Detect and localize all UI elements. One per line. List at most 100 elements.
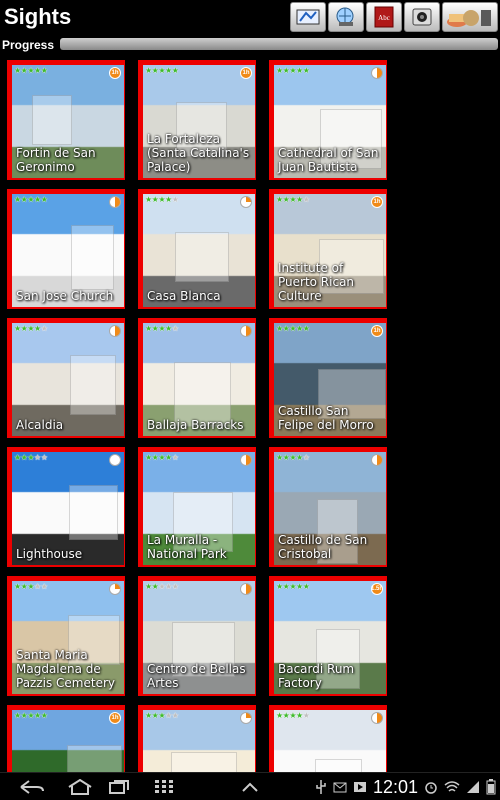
expand-button[interactable] [238, 777, 262, 797]
star-icon: ★ [14, 582, 21, 591]
star-icon: ★ [40, 711, 48, 720]
sight-tile[interactable]: ★★★★★ 1h Institute of Puerto Rican Culture [269, 189, 387, 309]
progress-bar [60, 38, 498, 50]
food-button[interactable] [442, 2, 498, 32]
sight-tile[interactable]: ★★★★★ [269, 705, 387, 772]
sight-tile[interactable]: ★★★★★ 1h La Fortaleza (Santa Catalina's Pa… [138, 60, 256, 180]
wifi-icon [444, 781, 460, 792]
star-icon: ★ [40, 66, 48, 75]
sight-tile[interactable]: ★★★★★ Centro de Bellas Artes [138, 576, 256, 696]
star-icon: ★ [171, 453, 179, 462]
sight-name: San Jose Church [16, 289, 114, 303]
sight-photo: ★★★★★ [274, 710, 386, 772]
sight-photo-shape [175, 232, 229, 282]
visit-time-pie-icon [240, 196, 252, 208]
sight-tile[interactable]: ★★★★★ [138, 705, 256, 772]
toolbar: Abc [290, 2, 498, 32]
sight-photo-shape [67, 745, 122, 772]
star-icon: ★ [34, 195, 41, 204]
visit-time-pie-icon [240, 583, 252, 595]
sight-tile[interactable]: ★★★★★ Cathedral of San Juan Bautista [269, 60, 387, 180]
star-icon: ★ [296, 582, 303, 591]
recent-apps-button[interactable] [104, 777, 136, 797]
visit-time-pie-icon [371, 67, 383, 79]
star-rating: ★★★★★ [14, 66, 48, 75]
status-area: 12:01 [315, 777, 496, 797]
sight-name: Cathedral of San Juan Bautista [278, 146, 379, 174]
sight-tile[interactable]: ★★★★★ Lighthouse [7, 447, 125, 567]
star-icon: ★ [165, 195, 172, 204]
star-icon: ★ [171, 582, 179, 591]
star-rating: ★★★★★ [145, 582, 179, 591]
back-icon [20, 780, 44, 794]
system-nav-bar: 12:01 [0, 772, 500, 800]
phrasebook-button[interactable]: Abc [366, 2, 402, 32]
sight-photo: ★★★★★ Santa Maria Magdalena de Pazzis Cem… [12, 581, 124, 694]
star-icon: ★ [165, 324, 172, 333]
search-places-button[interactable] [328, 2, 364, 32]
star-icon: ★ [145, 195, 152, 204]
battery-icon [486, 779, 496, 795]
sight-name: Santa Maria Magdalena de Pazzis Cemetery [16, 648, 116, 690]
star-icon: ★ [296, 195, 303, 204]
star-icon: ★ [27, 324, 35, 333]
star-icon: ★ [145, 324, 152, 333]
visit-duration-badge: 1h [109, 712, 121, 724]
star-rating: ★★★★★ [145, 324, 179, 333]
star-icon: ★ [302, 66, 310, 75]
sight-tile[interactable]: ★★★★★ 1h Fortin de San Geronimo [7, 60, 125, 180]
map-icon [296, 9, 320, 25]
sight-tile[interactable]: ★★★★★ Ballaja Barracks [138, 318, 256, 438]
sight-tile[interactable]: ★★★★★ Santa Maria Magdalena de Pazzis Cem… [7, 576, 125, 696]
sight-tile[interactable]: ★★★★★ Alcaldia [7, 318, 125, 438]
sight-photo: ★★★★★ 1h Institute of Puerto Rican Culture [274, 194, 386, 307]
star-icon: ★ [165, 711, 172, 720]
star-icon: ★ [145, 66, 152, 75]
menu-button[interactable] [152, 777, 176, 797]
sight-photo: ★★★★★ 1.5h Bacardi Rum Factory [274, 581, 386, 694]
sight-tile[interactable]: ★★★★★ San Jose Church [7, 189, 125, 309]
star-icon: ★ [27, 66, 35, 75]
chevron-up-icon [242, 782, 258, 792]
star-icon: ★ [289, 711, 297, 720]
sight-tile[interactable]: ★★★★★ Castillo de San Cristobal [269, 447, 387, 567]
sight-tile[interactable]: ★★★★★ 1.5h Bacardi Rum Factory [269, 576, 387, 696]
sight-photo: ★★★★★ Cathedral of San Juan Bautista [274, 65, 386, 178]
star-icon: ★ [158, 711, 166, 720]
sight-tile[interactable]: ★★★★★ Casa Blanca [138, 189, 256, 309]
home-button[interactable] [62, 777, 98, 797]
star-rating: ★★★★★ [14, 195, 48, 204]
star-icon: ★ [296, 66, 303, 75]
sight-name: Institute of Puerto Rican Culture [278, 261, 355, 303]
star-icon: ★ [302, 324, 310, 333]
visit-duration-badge: 1.5h [371, 583, 383, 595]
progress-row: Progress [0, 36, 500, 54]
visit-time-pie-icon [109, 583, 121, 595]
star-icon: ★ [276, 324, 283, 333]
visit-time-pie-icon [240, 325, 252, 337]
sight-photo: ★★★★★ Centro de Bellas Artes [143, 581, 255, 694]
visit-time-pie-icon [371, 454, 383, 466]
star-icon: ★ [165, 582, 172, 591]
star-icon: ★ [40, 582, 48, 591]
sight-photo: ★★★★★ 1h Fortin de San Geronimo [12, 65, 124, 178]
star-icon: ★ [302, 711, 310, 720]
food-icon [447, 10, 491, 27]
star-rating: ★★★★★ [145, 195, 179, 204]
sight-tile[interactable]: ★★★★★ La Muralla - National Park [138, 447, 256, 567]
sight-name: Centro de Bellas Artes [147, 662, 246, 690]
progress-label: Progress [2, 38, 55, 52]
sight-name: Fortin de San Geronimo [16, 146, 96, 174]
star-icon: ★ [302, 195, 310, 204]
mail-icon [333, 782, 347, 793]
back-button[interactable] [14, 777, 50, 797]
sight-tile[interactable]: ★★★★★ 1h Castillo San Felipe del Morro [269, 318, 387, 438]
star-icon: ★ [171, 324, 179, 333]
sight-photo: ★★★★★ 1h [12, 710, 124, 772]
camera-button[interactable] [404, 2, 440, 32]
sight-name: Ballaja Barracks [147, 418, 244, 432]
star-rating: ★★★★★ [276, 454, 310, 462]
sight-tile[interactable]: ★★★★★ 1h [7, 705, 125, 772]
visit-time-pie-icon [109, 325, 121, 337]
map-button[interactable] [290, 2, 326, 32]
